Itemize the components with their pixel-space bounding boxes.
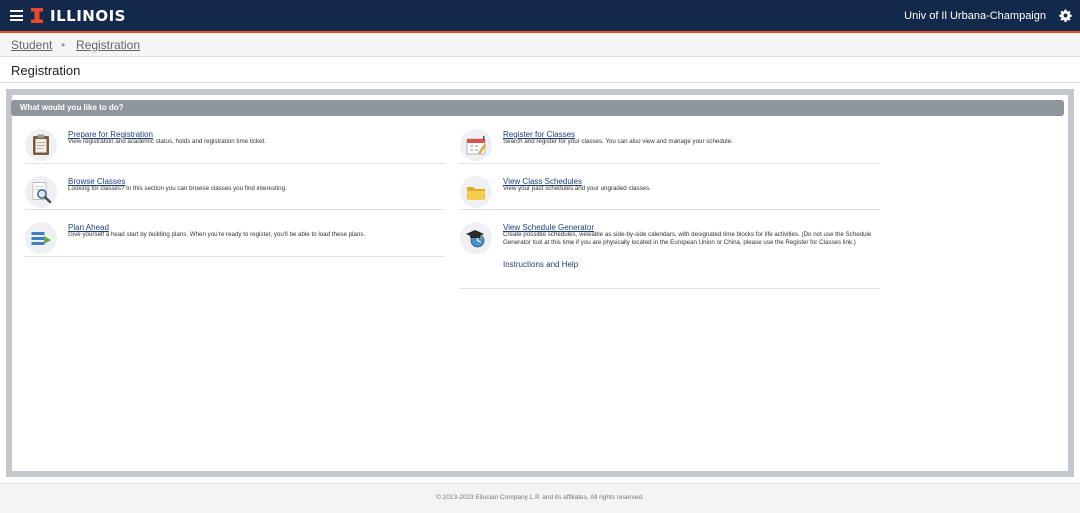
page-title-bar: Registration — [0, 57, 1080, 83]
register-for-classes-item: Register for Classes Search and register… — [460, 129, 880, 163]
browse-classes-description: Looking for classes? In this section you… — [68, 185, 287, 192]
menu-icon[interactable] — [10, 10, 23, 21]
folder-icon — [460, 176, 492, 208]
view-class-schedules-description: View your past schedules and your ungrad… — [503, 185, 651, 192]
clipboard-icon — [25, 129, 57, 161]
view-schedule-generator-description: Create possible schedules, viewable as s… — [503, 231, 872, 246]
magnifier-document-icon — [25, 176, 57, 208]
divider — [25, 163, 444, 164]
gear-icon[interactable] — [1059, 9, 1072, 22]
illinois-block-i-logo[interactable] — [31, 8, 43, 23]
divider — [460, 209, 880, 210]
list-arrow-icon — [25, 222, 57, 254]
copyright-text: © 2013-2023 Ellucian Company L.P. and it… — [436, 494, 644, 501]
view-schedule-generator-item: View Schedule Generator Create possible … — [460, 222, 880, 288]
divider — [25, 256, 444, 257]
breadcrumb-student[interactable]: Student — [11, 38, 52, 52]
plan-ahead-description: Give yourself a head start by building p… — [68, 231, 366, 238]
view-class-schedules-item: View Class Schedules View your past sche… — [460, 176, 880, 210]
footer: © 2013-2023 Ellucian Company L.P. and it… — [0, 483, 1080, 513]
breadcrumb: Student • Registration — [0, 33, 1080, 57]
top-navigation-bar: ILLINOIS Univ of Il Urbana-Champaign — [0, 0, 1080, 33]
mortarboard-clock-icon — [460, 222, 492, 254]
divider — [25, 209, 444, 210]
divider — [460, 163, 880, 164]
browse-classes-item: Browse Classes Looking for classes? In t… — [25, 176, 445, 210]
instructions-and-help-link[interactable]: Instructions and Help — [503, 260, 578, 269]
prepare-for-registration-description: View registration and academic status, h… — [68, 138, 266, 145]
divider — [460, 288, 880, 289]
institution-name: Univ of Il Urbana-Champaign — [904, 10, 1046, 22]
register-for-classes-description: Search and register for your classes. Yo… — [503, 138, 733, 145]
plan-ahead-item: Plan Ahead Give yourself a head start by… — [25, 222, 445, 256]
prepare-for-registration-item: Prepare for Registration View registrati… — [25, 129, 445, 163]
breadcrumb-registration[interactable]: Registration — [76, 38, 140, 52]
breadcrumb-separator: • — [61, 38, 66, 52]
section-header-text: What would you like to do? — [20, 103, 124, 112]
illinois-wordmark[interactable]: ILLINOIS — [50, 8, 126, 24]
calendar-pen-icon — [460, 129, 492, 161]
section-header: What would you like to do? — [11, 100, 1064, 116]
page-title: Registration — [11, 63, 81, 78]
